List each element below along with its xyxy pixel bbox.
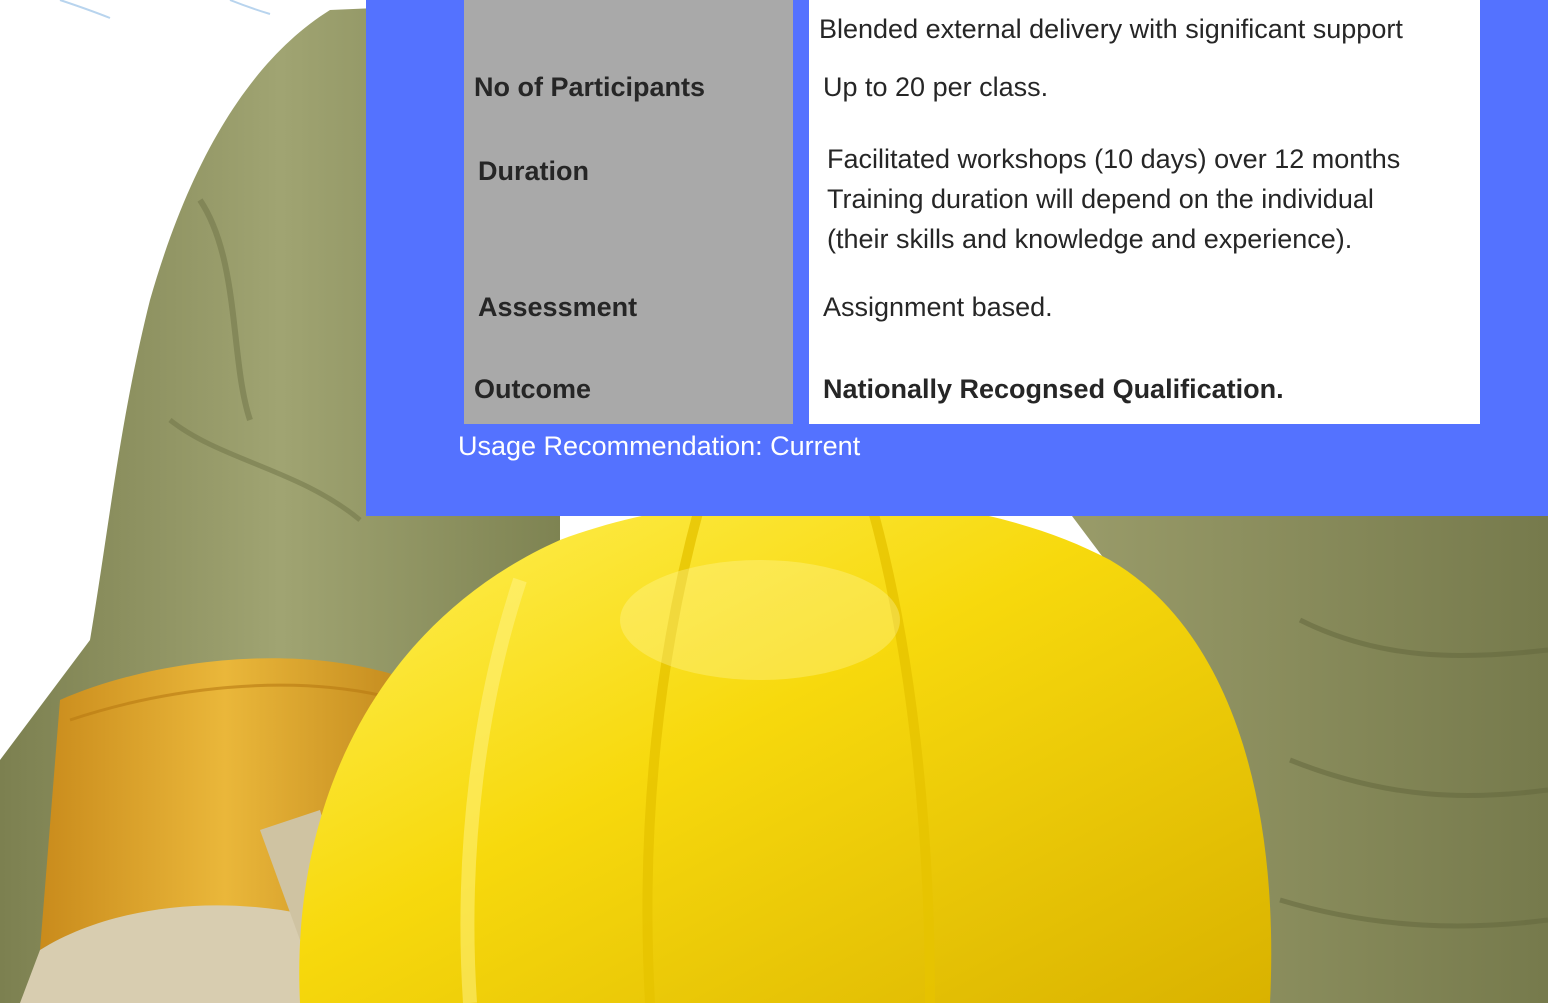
row-label-outcome: Outcome (474, 374, 592, 404)
course-info-panel: No of Participants Duration Assessment O… (366, 0, 1548, 516)
label-column: No of Participants Duration Assessment O… (464, 0, 793, 424)
usage-recommendation: Usage Recommendation: Current (458, 431, 861, 461)
row-label-participants: No of Participants (474, 72, 706, 102)
row-label-assessment: Assessment (478, 292, 638, 322)
participants-value: Up to 20 per class. (823, 72, 1049, 102)
assessment-value: Assignment based. (823, 292, 1053, 322)
duration-value-line-1: Facilitated workshops (10 days) over 12 … (827, 144, 1401, 174)
duration-value-line-3: (their skills and knowledge and experien… (827, 224, 1353, 254)
duration-value-line-2: Training duration will depend on the ind… (827, 184, 1374, 214)
delivery-value-line-2: Blended external delivery with significa… (819, 14, 1403, 44)
row-label-duration: Duration (478, 156, 589, 186)
value-column: Blended external delivery with significa… (809, 0, 1480, 424)
outcome-value: Nationally Recognsed Qualification. (823, 374, 1284, 404)
